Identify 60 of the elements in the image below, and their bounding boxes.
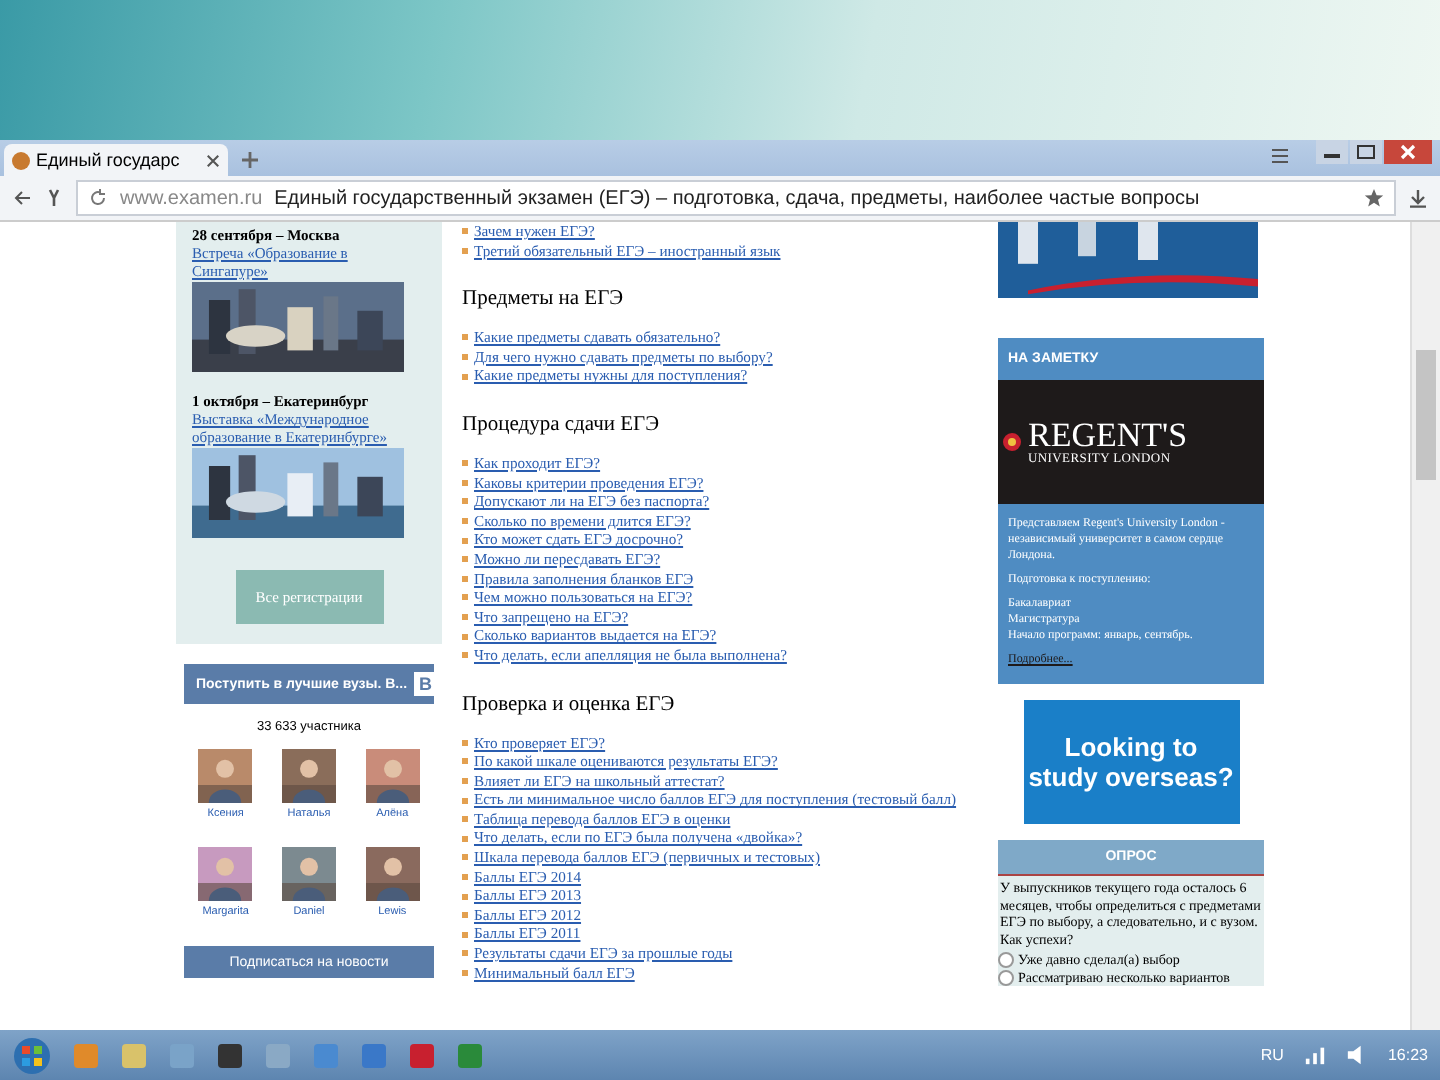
page-title: Единый государственный экзамен (ЕГЭ) – подготовка, сдача, предметы, наиболее частые вопросы	[274, 187, 1200, 209]
bullet-icon	[462, 739, 468, 746]
bullet-icon	[462, 835, 468, 842]
scrollbar[interactable]	[1410, 222, 1440, 1030]
bullet-icon	[462, 652, 468, 659]
url-text: www.examen.ru	[120, 187, 263, 209]
bullet-icon	[462, 931, 468, 938]
close-icon[interactable]	[1384, 140, 1432, 164]
bullet-icon	[462, 758, 468, 765]
banner-text: study overseas?	[1028, 762, 1234, 792]
address-bar[interactable]: www.examen.ru Единый государственный экзамен (ЕГЭ) – подготовка, сдача, предметы, наиболее частые вопросы	[76, 180, 1396, 216]
section-heading: Процедура сдачи ЕГЭ	[462, 413, 662, 436]
study-overseas-banner[interactable]: Looking to study overseas?	[1023, 700, 1239, 824]
bullet-icon	[462, 575, 468, 582]
maximize-icon[interactable]	[1350, 140, 1382, 164]
reload-icon[interactable]	[88, 188, 108, 208]
radio-button[interactable]	[998, 952, 1014, 969]
bullet-icon	[462, 334, 468, 341]
signal-icon[interactable]	[1303, 1044, 1326, 1066]
section-heading: Предметы на ЕГЭ	[462, 288, 626, 311]
bullet-icon	[462, 950, 468, 957]
bullet-icon	[462, 518, 468, 525]
logo-name: REGENT'S	[1028, 418, 1188, 452]
start-icon[interactable]	[12, 1035, 52, 1075]
radio-button[interactable]	[998, 969, 1014, 986]
bullet-icon	[462, 479, 468, 486]
bullet-icon	[462, 854, 468, 861]
app-icon[interactable]	[216, 1041, 244, 1069]
crest-icon	[1002, 432, 1022, 452]
menu-icon[interactable]	[1268, 146, 1292, 166]
download-icon[interactable]	[1408, 188, 1428, 208]
bullet-icon	[462, 816, 468, 823]
vk-logo[interactable]: В	[413, 672, 439, 696]
bullet-icon	[462, 537, 468, 544]
bullet-icon	[462, 460, 468, 467]
bullet-icon	[462, 969, 468, 976]
scroll-thumb[interactable]	[1416, 350, 1436, 480]
close-icon[interactable]	[206, 153, 220, 167]
bullet-icon	[462, 797, 468, 804]
section-heading: Проверка и оценка ЕГЭ	[462, 693, 677, 715]
bullet-icon	[462, 633, 468, 640]
back-arrow-icon[interactable]	[12, 188, 32, 208]
bullet-icon	[462, 893, 468, 900]
bullet-icon	[462, 777, 468, 784]
bullet-icon	[462, 228, 468, 235]
bullet-icon	[462, 373, 468, 380]
bullet-icon	[462, 247, 468, 254]
bullet-icon	[462, 556, 468, 563]
bullet-icon	[462, 873, 468, 880]
browser-tab[interactable]: Единый государс	[4, 144, 228, 176]
new-tab-icon[interactable]	[240, 150, 260, 170]
bullet-icon	[462, 594, 468, 601]
banner-text: Looking to	[1064, 732, 1198, 762]
bullet-icon	[462, 498, 468, 505]
bullet-icon	[462, 354, 468, 361]
star-icon[interactable]	[1364, 188, 1384, 208]
bullet-icon	[462, 912, 468, 919]
minimize-icon[interactable]	[1316, 140, 1348, 164]
bullet-icon	[462, 614, 468, 621]
favicon-icon	[12, 151, 30, 169]
